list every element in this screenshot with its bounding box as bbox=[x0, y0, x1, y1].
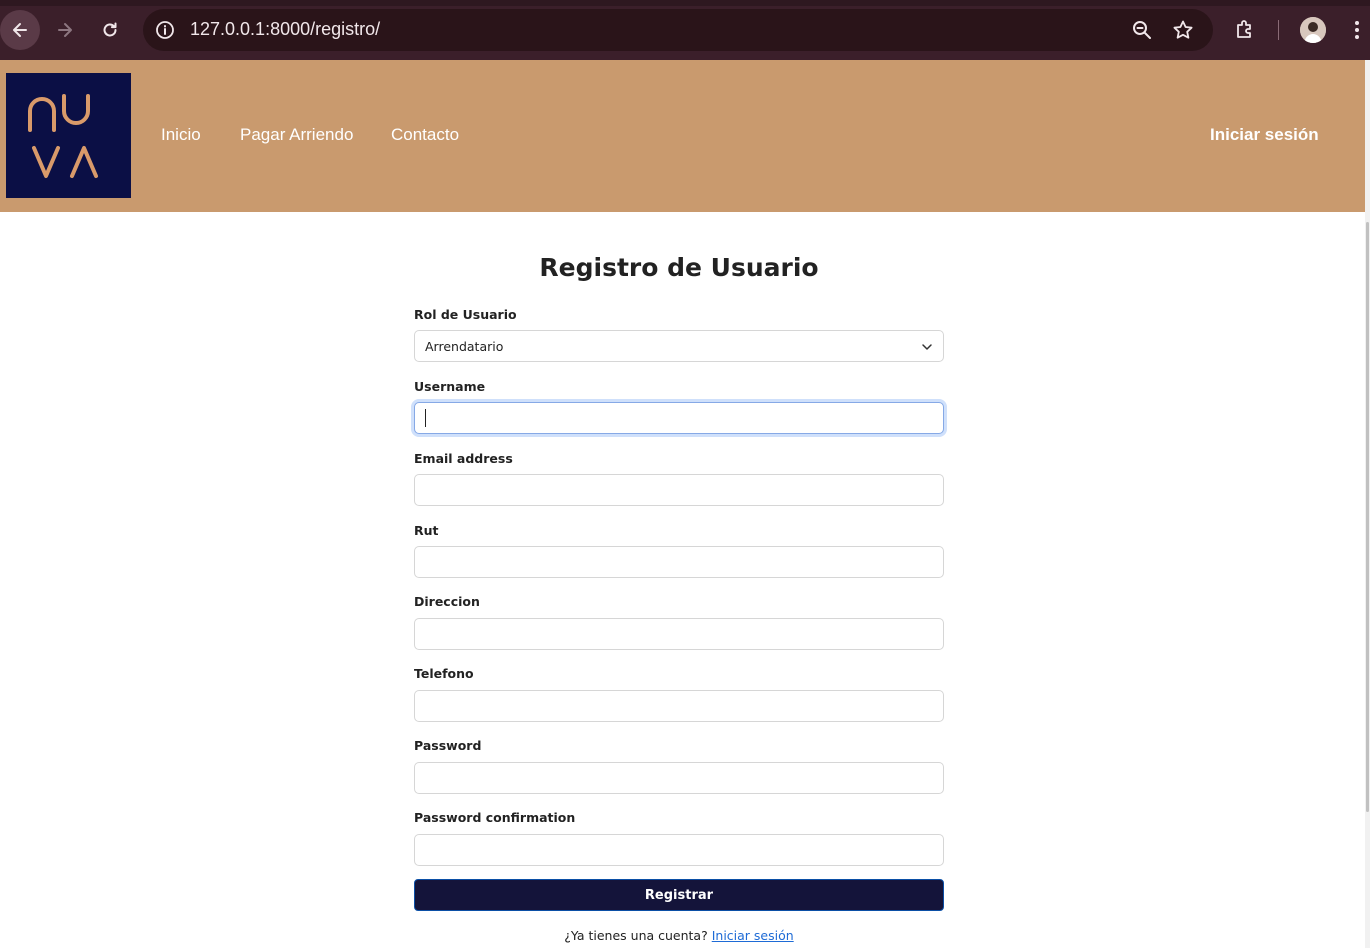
email-label: Email address bbox=[414, 451, 513, 466]
registrar-button[interactable]: Registrar bbox=[414, 879, 944, 911]
toolbar-divider bbox=[1278, 20, 1279, 40]
extensions-puzzle-icon[interactable] bbox=[1233, 18, 1257, 42]
password-label: Password bbox=[414, 738, 482, 753]
email-input[interactable] bbox=[414, 474, 944, 506]
telefono-input[interactable] bbox=[414, 690, 944, 722]
telefono-label: Telefono bbox=[414, 666, 474, 681]
scrollbar-thumb[interactable] bbox=[1366, 222, 1369, 812]
forward-button[interactable] bbox=[45, 10, 85, 50]
login-prompt-text: ¿Ya tienes una cuenta? bbox=[564, 928, 708, 943]
url-text[interactable]: 127.0.0.1:8000/registro/ bbox=[190, 19, 380, 40]
text-caret bbox=[425, 409, 426, 427]
reload-icon bbox=[103, 22, 117, 37]
rol-select-value: Arrendatario bbox=[425, 339, 504, 354]
address-bar[interactable]: 127.0.0.1:8000/registro/ bbox=[143, 9, 1213, 51]
nuva-logo[interactable] bbox=[6, 73, 131, 198]
zoom-icon[interactable] bbox=[1131, 19, 1153, 41]
reload-button[interactable] bbox=[90, 10, 130, 50]
username-input[interactable] bbox=[414, 402, 944, 434]
profile-avatar[interactable] bbox=[1300, 17, 1326, 43]
profile-icon bbox=[1300, 17, 1326, 43]
arrow-left-icon bbox=[13, 23, 27, 37]
nav-link-inicio[interactable]: Inicio bbox=[161, 125, 201, 145]
nav-link-pagar-arriendo[interactable]: Pagar Arriendo bbox=[240, 125, 353, 145]
rut-input[interactable] bbox=[414, 546, 944, 578]
username-label: Username bbox=[414, 379, 486, 394]
password-confirmation-label: Password confirmation bbox=[414, 810, 576, 825]
browser-toolbar: 127.0.0.1:8000/registro/ bbox=[0, 0, 1370, 60]
page-title: Registro de Usuario bbox=[539, 253, 819, 282]
login-link[interactable]: Iniciar sesión bbox=[1210, 125, 1319, 145]
arrow-right-icon bbox=[58, 23, 72, 37]
nav-link-contacto[interactable]: Contacto bbox=[391, 125, 459, 145]
bookmark-star-icon[interactable] bbox=[1172, 19, 1194, 41]
login-prompt: ¿Ya tienes una cuenta? Iniciar sesión bbox=[0, 928, 1358, 943]
tab-strip bbox=[0, 0, 1370, 6]
back-button[interactable] bbox=[0, 10, 40, 50]
direccion-label: Direccion bbox=[414, 594, 480, 609]
rol-label: Rol de Usuario bbox=[414, 307, 517, 322]
password-confirmation-input[interactable] bbox=[414, 834, 944, 866]
chevron-down-icon bbox=[922, 344, 932, 350]
info-icon[interactable] bbox=[155, 20, 175, 40]
site-header: Inicio Pagar Arriendo Contacto Iniciar s… bbox=[0, 60, 1365, 212]
login-prompt-link[interactable]: Iniciar sesión bbox=[712, 928, 794, 943]
password-input[interactable] bbox=[414, 762, 944, 794]
more-menu-icon[interactable] bbox=[1345, 18, 1369, 42]
direccion-input[interactable] bbox=[414, 618, 944, 650]
rut-label: Rut bbox=[414, 523, 439, 538]
nuva-logo-mark bbox=[28, 94, 98, 178]
rol-select[interactable]: Arrendatario bbox=[414, 330, 944, 362]
